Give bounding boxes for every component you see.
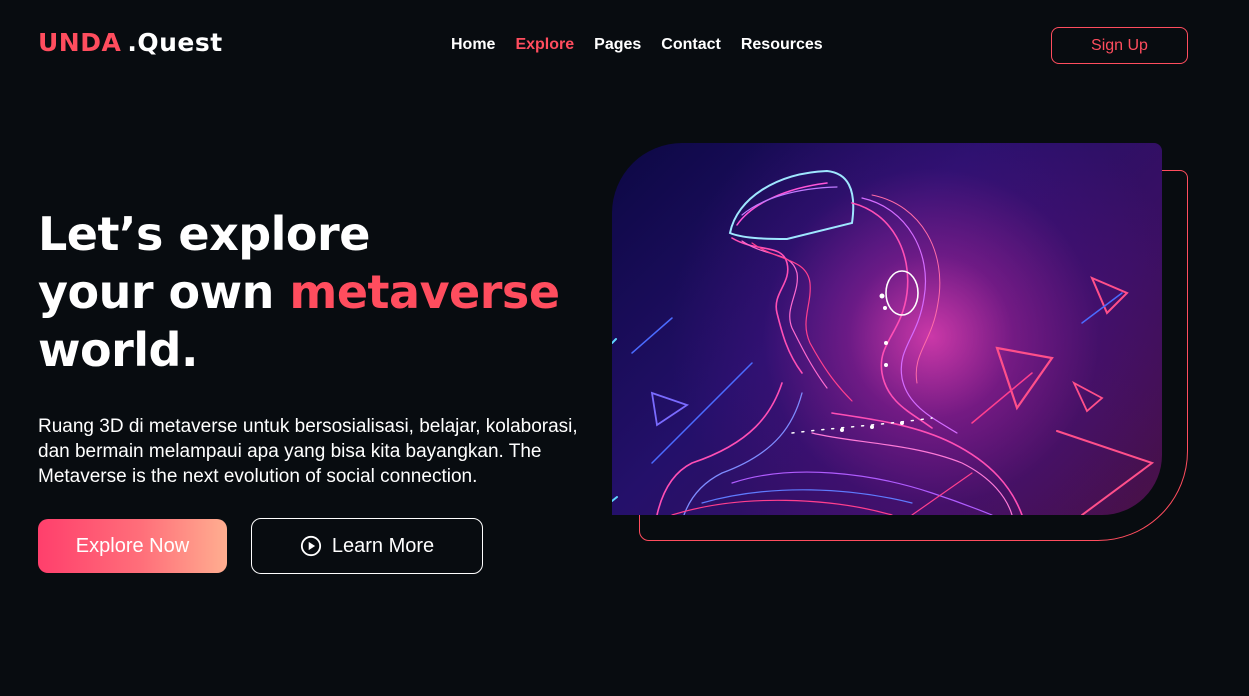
nav-home[interactable]: Home (451, 36, 495, 54)
sign-up-button[interactable]: Sign Up (1051, 27, 1188, 64)
explore-now-button[interactable]: Explore Now (38, 519, 227, 573)
logo-suffix: .Quest (127, 28, 223, 57)
nav-pages[interactable]: Pages (594, 36, 641, 54)
play-circle-icon (300, 535, 321, 557)
hero-title-line-2: your own metaverse (38, 263, 560, 321)
main-nav: Home Explore Pages Contact Resources (451, 36, 823, 54)
hero-title: Let’s explore your own metaverse world. (38, 205, 560, 379)
nav-explore[interactable]: Explore (515, 36, 574, 54)
hero-title-prefix: your own (38, 265, 290, 319)
hero-description: Ruang 3D di metaverse untuk bersosialisa… (38, 416, 578, 487)
logo-brand: UNDA (38, 28, 122, 57)
learn-more-label: Learn More (331, 534, 435, 557)
learn-more-button[interactable]: Learn More (251, 518, 483, 574)
landing-page: UNDA .Quest Home Explore Pages Contact Re… (0, 0, 1249, 696)
nav-contact[interactable]: Contact (661, 36, 721, 54)
logo[interactable]: UNDA .Quest (38, 28, 223, 57)
hero-image-vr-person (612, 143, 1162, 515)
nav-resources[interactable]: Resources (741, 36, 823, 54)
vr-person-illustration (612, 169, 1155, 515)
hero-title-accent: metaverse (289, 265, 560, 319)
hero-title-line-1: Let’s explore (38, 207, 370, 261)
hero-title-line-3: world. (38, 323, 198, 377)
